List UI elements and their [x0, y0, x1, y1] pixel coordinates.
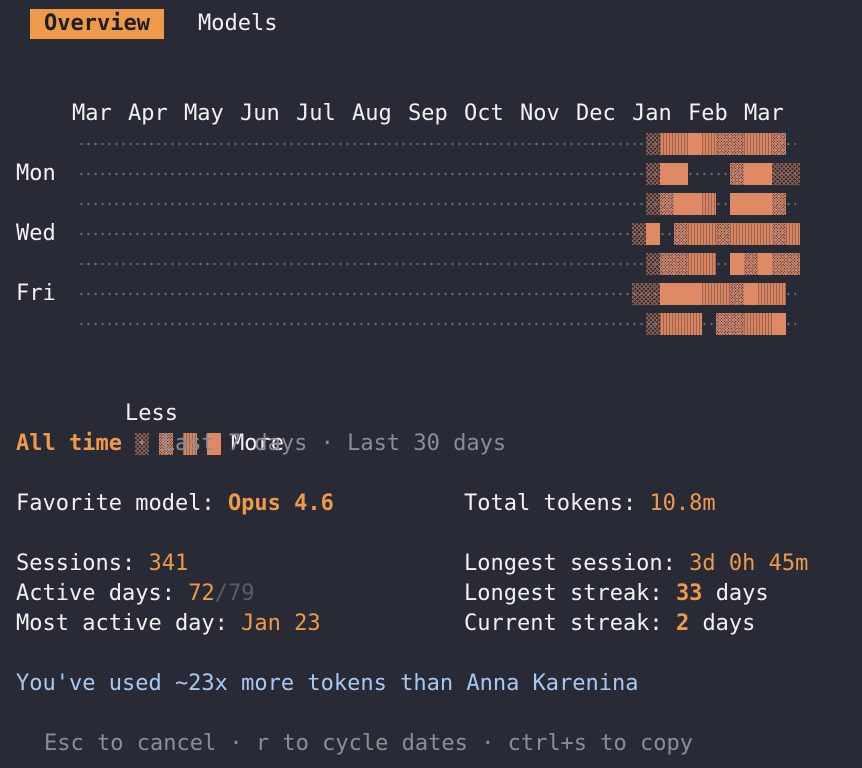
month-label: Oct	[464, 101, 504, 126]
current-streak-value: 2	[675, 611, 690, 636]
keyboard-hints: Esc to cancel · r to cycle dates · ctrl+…	[44, 731, 694, 756]
month-label: Feb	[688, 101, 728, 126]
activity-cell	[702, 283, 730, 305]
activity-cell	[632, 223, 646, 245]
activity-cell	[702, 133, 716, 155]
month-label: May	[184, 101, 224, 126]
longest-streak-label: Longest streak:	[464, 581, 663, 606]
activity-cell	[772, 133, 786, 155]
activity-cell	[758, 253, 772, 275]
activity-cell	[744, 163, 772, 185]
activity-cell	[716, 223, 730, 245]
longest-session-label: Longest session:	[464, 551, 676, 576]
activity-cell	[716, 133, 744, 155]
tab-overview[interactable]: Overview	[30, 9, 164, 39]
active-days-value: 72	[188, 581, 215, 606]
activity-cell	[660, 253, 688, 275]
activity-cell	[730, 253, 744, 275]
activity-cell	[772, 193, 786, 215]
heatmap-row-mon	[78, 172, 796, 176]
active-days-label: Active days:	[16, 581, 175, 606]
activity-cell	[660, 283, 702, 305]
favorite-model-stat: Favorite model: Opus 4.6	[16, 489, 334, 519]
range-separator: ·	[135, 431, 149, 456]
total-tokens-value: 10.8m	[649, 491, 716, 516]
range-option-all-time[interactable]: All time	[16, 431, 122, 456]
date-range-selector: All time · Last 7 days · Last 30 days	[16, 429, 506, 459]
activity-cell	[646, 193, 660, 215]
day-label-mon: Mon	[16, 161, 56, 186]
activity-cell	[772, 223, 786, 245]
longest-streak-value: 33	[675, 581, 703, 606]
month-label: Apr	[128, 101, 168, 126]
most-active-day-stat: Most active day: Jan 23	[16, 609, 321, 639]
activity-cell	[772, 253, 800, 275]
longest-streak-unit: days	[715, 581, 769, 606]
month-label: Jun	[240, 101, 280, 126]
favorite-model-label: Favorite model:	[16, 491, 215, 516]
activity-cell	[660, 313, 702, 335]
activity-cell	[730, 283, 744, 305]
activity-cell	[744, 313, 772, 335]
activity-cell	[688, 133, 702, 155]
activity-cell	[646, 313, 660, 335]
longest-session-stat: Longest session: 3d 0h 45m	[464, 549, 808, 579]
range-separator: ·	[320, 431, 334, 456]
current-streak-stat: Current streak: 2 days	[464, 609, 755, 639]
activity-cell	[716, 313, 744, 335]
month-label: Jul	[296, 101, 336, 126]
activity-cell	[646, 223, 660, 245]
activity-cell	[646, 253, 660, 275]
total-tokens-stat: Total tokens: 10.8m	[464, 489, 716, 519]
range-option-last-7-days[interactable]: Last 7 days	[162, 431, 308, 456]
legend-less-label: Less	[124, 401, 178, 426]
activity-cell	[730, 223, 772, 245]
current-streak-label: Current streak:	[464, 611, 663, 636]
activity-cell	[730, 163, 744, 185]
longest-session-value: 3d 0h 45m	[689, 551, 809, 576]
range-option-last-30-days[interactable]: Last 30 days	[347, 431, 506, 456]
day-label-fri: Fri	[16, 281, 56, 306]
activity-cell	[702, 193, 716, 215]
activity-cell	[646, 133, 660, 155]
sessions-value: 341	[148, 551, 189, 576]
activity-cell	[744, 253, 758, 275]
sessions-stat: Sessions: 341	[16, 549, 188, 579]
activity-cell	[772, 163, 800, 185]
token-comparison-message: You've used ~23x more tokens than Anna K…	[16, 671, 639, 696]
activity-cell	[688, 223, 716, 245]
activity-cell	[646, 163, 660, 185]
activity-cell	[674, 223, 688, 245]
day-label-wed: Wed	[16, 221, 56, 246]
active-days-total: /79	[214, 581, 255, 606]
total-tokens-label: Total tokens:	[464, 491, 637, 516]
month-label: Mar	[72, 101, 112, 126]
month-label: Mar	[744, 101, 784, 126]
activity-cell	[744, 133, 772, 155]
activity-cell	[674, 193, 702, 215]
month-label: Nov	[520, 101, 560, 126]
activity-cell	[786, 223, 800, 245]
longest-streak-stat: Longest streak: 33 days	[464, 579, 769, 609]
activity-cell	[660, 163, 688, 185]
most-active-day-value: Jan 23	[241, 611, 321, 636]
activity-cell	[632, 283, 660, 305]
activity-cell	[730, 193, 772, 215]
month-label: Jan	[632, 101, 672, 126]
activity-cell	[744, 283, 758, 305]
month-label: Sep	[408, 101, 448, 126]
current-streak-unit: days	[702, 611, 756, 636]
activity-cell	[660, 133, 688, 155]
tab-models[interactable]: Models	[198, 9, 277, 39]
activity-cell	[688, 253, 716, 275]
month-label: Dec	[576, 101, 616, 126]
month-label: Aug	[352, 101, 392, 126]
most-active-day-label: Most active day:	[16, 611, 228, 636]
activity-cell	[660, 193, 674, 215]
activity-cell	[758, 283, 786, 305]
activity-cell	[772, 313, 786, 335]
favorite-model-value: Opus 4.6	[227, 491, 334, 516]
active-days-stat: Active days: 72/79	[16, 579, 254, 609]
sessions-label: Sessions:	[16, 551, 136, 576]
